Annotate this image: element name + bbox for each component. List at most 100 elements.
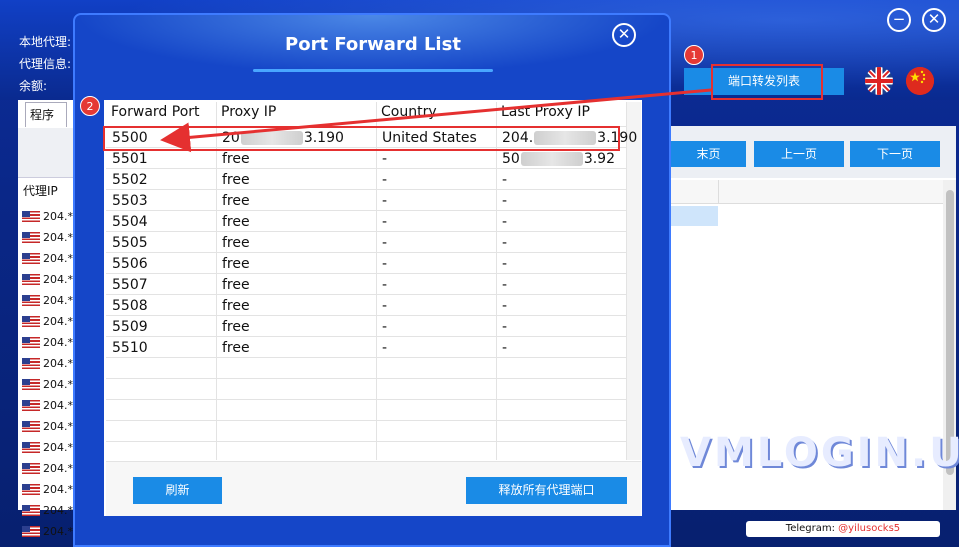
proxy-ip-text: 204.* [43, 336, 73, 349]
forward-port-cell: 5510 [112, 340, 148, 356]
column-header-last-proxy-ip[interactable]: Last Proxy IP [501, 104, 590, 120]
last-page-button[interactable]: 末页 [671, 141, 746, 167]
proxy-ip-cell: free [222, 214, 250, 230]
forward-port-cell: 5501 [112, 151, 148, 167]
list-item[interactable]: 204.* [22, 437, 73, 458]
list-item[interactable]: 204.* [22, 521, 73, 542]
list-item[interactable]: 204.* [22, 311, 73, 332]
tab-program[interactable]: 程序 [25, 102, 67, 127]
us-flag-icon [22, 463, 40, 474]
list-item[interactable]: 204.* [22, 269, 73, 290]
forward-port-cell: 5505 [112, 235, 148, 251]
list-item[interactable]: 204.* [22, 353, 73, 374]
row-divider [106, 168, 626, 169]
next-page-button[interactable]: 下一页 [850, 141, 940, 167]
country-cell: - [382, 319, 388, 335]
list-item[interactable]: 204.* [22, 479, 73, 500]
row-divider [106, 273, 626, 274]
column-header-country[interactable]: Country [381, 104, 437, 120]
prev-page-button[interactable]: 上一页 [754, 141, 844, 167]
us-flag-icon [22, 232, 40, 243]
list-item[interactable]: 204.* [22, 206, 73, 227]
row-divider [106, 357, 626, 358]
last-proxy-ip-cell-suffix: 3.92 [583, 151, 615, 167]
last-proxy-ip-cell: - [502, 319, 508, 335]
us-flag-icon [22, 505, 40, 516]
row-divider [106, 399, 626, 400]
row-divider [106, 294, 626, 295]
us-flag-icon [22, 274, 40, 285]
proxy-ip-cell: free [222, 235, 250, 251]
last-proxy-ip-cell-prefix: 50 [502, 151, 520, 167]
country-cell: - [382, 340, 388, 356]
proxy-ip-cell: free [222, 151, 250, 167]
proxy-ip-cell: free [222, 319, 250, 335]
list-item[interactable]: 204.* [22, 416, 73, 437]
forward-port-cell: 5506 [112, 256, 148, 272]
country-cell: - [382, 151, 388, 167]
us-flag-icon [22, 211, 40, 222]
list-item[interactable]: 204.* [22, 227, 73, 248]
list-item[interactable]: 204.* [22, 374, 73, 395]
proxy-ip-cell: free [222, 193, 250, 209]
dialog-close-icon[interactable]: ✕ [612, 23, 636, 47]
proxy-ip-cell: free [222, 298, 250, 314]
row-divider [106, 252, 626, 253]
row-divider [106, 231, 626, 232]
telegram-label: Telegram: [785, 523, 839, 534]
column-header-forward-port[interactable]: Forward Port [111, 104, 200, 120]
us-flag-icon [22, 358, 40, 369]
country-cell: - [382, 235, 388, 251]
proxy-ip-text: 204.* [43, 420, 73, 433]
list-item[interactable]: 204.* [22, 332, 73, 353]
row-divider [106, 441, 626, 442]
forward-port-cell: 5504 [112, 214, 148, 230]
selected-row[interactable] [671, 206, 718, 226]
forward-port-cell: 5503 [112, 193, 148, 209]
us-flag-icon [22, 484, 40, 495]
proxy-ip-text: 204.* [43, 294, 73, 307]
row-divider [106, 315, 626, 316]
release-all-ports-button[interactable]: 释放所有代理端口 [466, 477, 627, 504]
list-item[interactable]: 204.* [22, 395, 73, 416]
list-item[interactable]: 204.* [22, 458, 73, 479]
country-cell: - [382, 172, 388, 188]
proxy-ip-text: 204.* [43, 357, 73, 370]
proxy-ip-cell: free [222, 277, 250, 293]
proxy-ip-cell: free [222, 256, 250, 272]
proxy-ip-cell: free [222, 172, 250, 188]
column-divider [216, 102, 217, 460]
column-header-proxy-ip[interactable]: Proxy IP [221, 104, 276, 120]
last-proxy-ip-cell: - [502, 214, 508, 230]
close-window-button[interactable]: ✕ [922, 8, 946, 32]
last-proxy-ip-cell: 50 3.92 [502, 151, 615, 167]
row-divider [106, 336, 626, 337]
list-item[interactable]: 204.* [22, 290, 73, 311]
dialog-title-underline [253, 69, 493, 72]
row-divider [106, 378, 626, 379]
proxy-ip-text: 204.* [43, 315, 73, 328]
list-item[interactable]: 204.* [22, 500, 73, 521]
country-cell: - [382, 298, 388, 314]
us-flag-icon [22, 526, 40, 537]
annotation-badge-2: 2 [80, 96, 100, 116]
last-proxy-ip-cell: - [502, 235, 508, 251]
proxy-ip-text: 204.* [43, 525, 73, 538]
proxy-ip-text: 204.* [43, 462, 73, 475]
row-divider [106, 420, 626, 421]
list-item[interactable]: 204.* [22, 248, 73, 269]
chinese-flag-icon[interactable] [906, 67, 934, 95]
proxy-ip-text: 204.* [43, 378, 73, 391]
minimize-button[interactable]: − [887, 8, 911, 32]
english-flag-icon[interactable] [865, 67, 893, 95]
forward-port-cell: 5507 [112, 277, 148, 293]
forward-port-cell: 5509 [112, 319, 148, 335]
table-scrollbar[interactable] [626, 102, 641, 460]
proxy-info-label: 代理信息: [19, 57, 72, 71]
column-divider [376, 102, 377, 460]
us-flag-icon [22, 295, 40, 306]
refresh-button[interactable]: 刷新 [133, 477, 222, 504]
proxy-ip-text: 204.* [43, 273, 73, 286]
telegram-handle[interactable]: @yilusocks5 [838, 523, 900, 534]
proxy-ip-cell: free [222, 340, 250, 356]
